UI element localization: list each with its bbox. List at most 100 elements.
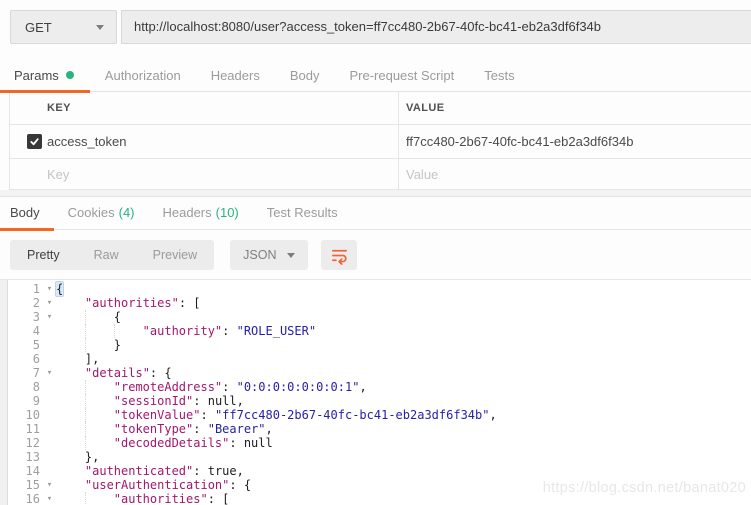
tab-label: Test Results — [267, 205, 338, 220]
response-tab-headers[interactable]: Headers (10) — [149, 197, 253, 230]
param-value-placeholder[interactable]: Value — [398, 159, 751, 189]
code-line: 6], — [0, 352, 751, 366]
chevron-down-icon — [96, 25, 104, 30]
chevron-down-icon — [287, 253, 295, 258]
code-text: "authenticated": true, — [56, 464, 751, 478]
check-icon — [29, 136, 40, 147]
request-bar: GET http://localhost:8080/user?access_to… — [10, 10, 751, 44]
tab-label: Authorization — [105, 68, 181, 83]
word-wrap-icon — [330, 246, 349, 265]
method-select[interactable]: GET — [10, 10, 117, 44]
tab-label: Headers — [211, 68, 260, 83]
tab-body[interactable]: Body — [275, 61, 335, 92]
tab-headers[interactable]: Headers — [196, 61, 275, 92]
response-tab-cookies[interactable]: Cookies (4) — [54, 197, 149, 230]
param-enabled-checkbox[interactable] — [27, 134, 42, 149]
tab-params[interactable]: Params — [0, 61, 90, 92]
param-value-field[interactable]: ff7cc480-2b67-40fc-bc41-eb2a3df6f34b — [398, 125, 751, 158]
tab-label: Cookies — [68, 205, 115, 220]
fold-spacer — [43, 394, 56, 408]
format-select[interactable]: JSON — [230, 240, 308, 270]
param-row-empty: Key Value — [10, 159, 751, 190]
tab-pre-request-script[interactable]: Pre-request Script — [334, 61, 469, 92]
tab-label: Tests — [484, 68, 514, 83]
code-text: { — [56, 310, 751, 324]
fold-caret-icon[interactable]: ▾ — [43, 478, 56, 492]
code-line: 13}, — [0, 450, 751, 464]
code-line: 12"decodedDetails": null — [0, 436, 751, 450]
fold-spacer — [43, 436, 56, 450]
url-input[interactable]: http://localhost:8080/user?access_token=… — [121, 10, 751, 44]
tab-label: Headers — [163, 205, 212, 220]
params-table: KEY VALUE access_token ff7cc480-2b67-40f… — [9, 92, 751, 190]
code-text: { — [56, 282, 751, 296]
code-line: 9"sessionId": null, — [0, 394, 751, 408]
tab-label: Pre-request Script — [349, 68, 454, 83]
code-line: 10"tokenValue": "ff7cc480-2b67-40fc-bc41… — [0, 408, 751, 422]
fold-caret-icon[interactable]: ▾ — [43, 296, 56, 310]
fold-spacer — [43, 450, 56, 464]
fold-spacer — [43, 408, 56, 422]
code-line: 2▾"authorities": [ — [0, 296, 751, 310]
code-text: ], — [56, 352, 751, 366]
params-header-row: KEY VALUE — [10, 92, 751, 125]
fold-caret-icon[interactable]: ▾ — [43, 310, 56, 324]
params-active-dot-icon — [66, 71, 74, 79]
fold-caret-icon[interactable]: ▾ — [43, 492, 56, 505]
tab-label: Params — [14, 68, 59, 83]
tab-count-badge: (4) — [119, 205, 135, 220]
code-line: 8"remoteAddress": "0:0:0:0:0:0:0:1", — [0, 380, 751, 394]
code-text: "remoteAddress": "0:0:0:0:0:0:0:1", — [56, 380, 751, 394]
param-key-placeholder[interactable]: Key — [47, 167, 398, 182]
response-tabs: Body Cookies (4) Headers (10) Test Results — [0, 197, 751, 230]
fold-caret-icon[interactable]: ▾ — [43, 282, 56, 296]
code-text: "authorities": [ — [56, 296, 751, 310]
fold-caret-icon[interactable]: ▾ — [43, 366, 56, 380]
view-mode-group: Pretty Raw Preview — [10, 240, 214, 270]
postman-window: GET http://localhost:8080/user?access_to… — [0, 0, 751, 505]
fold-spacer — [43, 464, 56, 478]
response-tab-body[interactable]: Body — [0, 197, 54, 230]
tab-label: Body — [290, 68, 320, 83]
request-tabs: Params Authorization Headers Body Pre-reques… — [0, 61, 751, 92]
method-label: GET — [25, 20, 52, 35]
code-text: "decodedDetails": null — [56, 436, 751, 450]
code-gutter — [0, 280, 8, 505]
code-text: "tokenValue": "ff7cc480-2b67-40fc-bc41-e… — [56, 408, 751, 422]
fold-spacer — [43, 352, 56, 366]
param-row: access_token ff7cc480-2b67-40fc-bc41-eb2… — [10, 125, 751, 159]
code-text: "details": { — [56, 366, 751, 380]
code-line: 4"authority": "ROLE_USER" — [0, 324, 751, 338]
response-body-viewer[interactable]: 1▾{2▾"authorities": [3▾{4"authority": "R… — [0, 279, 751, 505]
watermark: https://blog.csdn.net/banat020 — [543, 480, 746, 496]
key-column-header: KEY — [47, 102, 398, 114]
value-column-header: VALUE — [398, 92, 751, 124]
fold-spacer — [43, 380, 56, 394]
code-line: 3▾{ — [0, 310, 751, 324]
code-line: 14"authenticated": true, — [0, 464, 751, 478]
format-label: JSON — [243, 248, 276, 262]
code-text: } — [56, 338, 751, 352]
tab-authorization[interactable]: Authorization — [90, 61, 196, 92]
view-mode-raw[interactable]: Raw — [77, 240, 136, 270]
code-line: 11"tokenType": "Bearer", — [0, 422, 751, 436]
code-text: }, — [56, 450, 751, 464]
code-line: 5} — [0, 338, 751, 352]
response-toolbar: Pretty Raw Preview JSON — [10, 240, 751, 270]
code-line: 7▾"details": { — [0, 366, 751, 380]
code-text: "sessionId": null, — [56, 394, 751, 408]
fold-spacer — [43, 422, 56, 436]
fold-spacer — [43, 324, 56, 338]
code-text: "authority": "ROLE_USER" — [56, 324, 751, 338]
code-text: "tokenType": "Bearer", — [56, 422, 751, 436]
wrap-text-button[interactable] — [321, 240, 357, 270]
tab-label: Body — [10, 205, 40, 220]
code-line: 1▾{ — [0, 282, 751, 296]
view-mode-pretty[interactable]: Pretty — [10, 240, 77, 270]
view-mode-preview[interactable]: Preview — [136, 240, 214, 270]
fold-spacer — [43, 338, 56, 352]
response-tab-test-results[interactable]: Test Results — [253, 197, 352, 230]
param-key-field[interactable]: access_token — [47, 134, 398, 149]
tab-tests[interactable]: Tests — [469, 61, 529, 92]
tab-count-badge: (10) — [216, 205, 239, 220]
